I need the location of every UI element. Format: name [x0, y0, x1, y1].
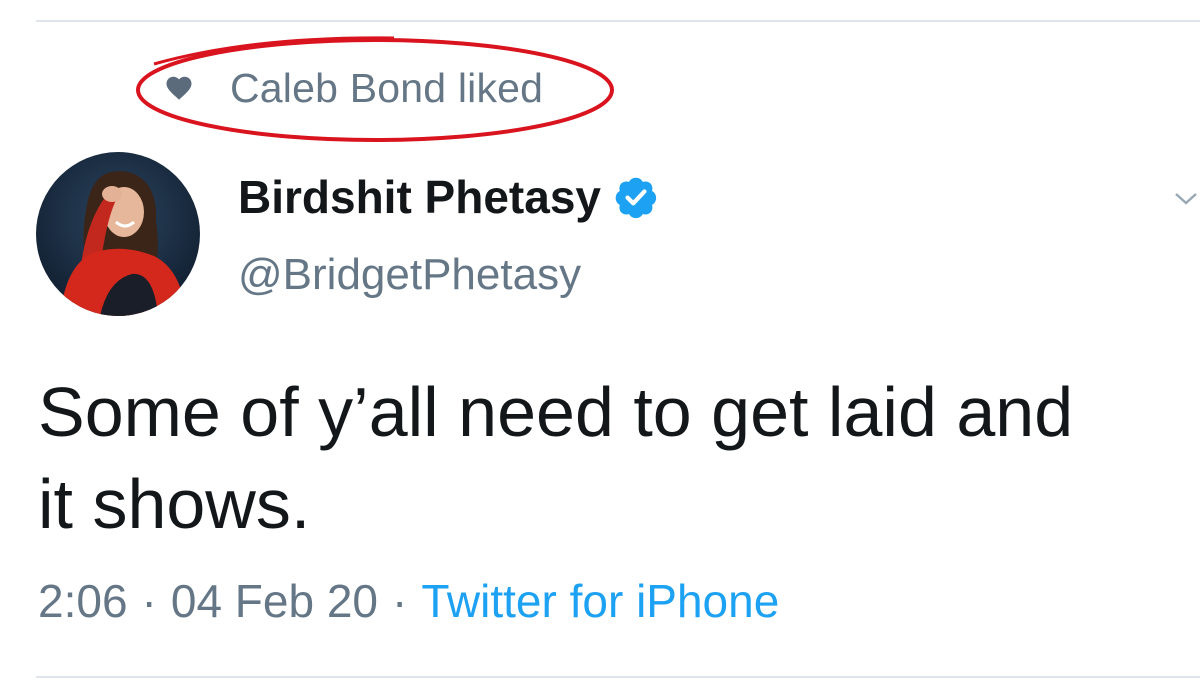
meta-separator: ·: [141, 575, 157, 627]
chevron-down-icon[interactable]: [1172, 184, 1200, 212]
tweet-source-link[interactable]: Twitter for iPhone: [421, 575, 779, 627]
tweet-time[interactable]: 2:06: [38, 575, 128, 627]
verified-badge-icon: [615, 177, 657, 219]
meta-separator: ·: [392, 575, 408, 627]
top-divider: [36, 20, 1200, 22]
author-name-row[interactable]: Birdshit Phetasy: [238, 170, 659, 224]
highlight-ellipse: [136, 36, 614, 142]
avatar-photo: [36, 152, 200, 316]
bottom-divider: [36, 676, 1200, 678]
tweet-date[interactable]: 04 Feb 20: [171, 575, 378, 627]
tweet-text: Some of y’all need to get laid and it sh…: [38, 373, 1074, 543]
avatar[interactable]: [36, 152, 200, 316]
author-display-name[interactable]: Birdshit Phetasy: [238, 170, 601, 224]
tweet-meta: 2:06 · 04 Feb 20 · Twitter for iPhone: [38, 574, 779, 628]
author-handle[interactable]: @BridgetPhetasy: [238, 250, 581, 300]
